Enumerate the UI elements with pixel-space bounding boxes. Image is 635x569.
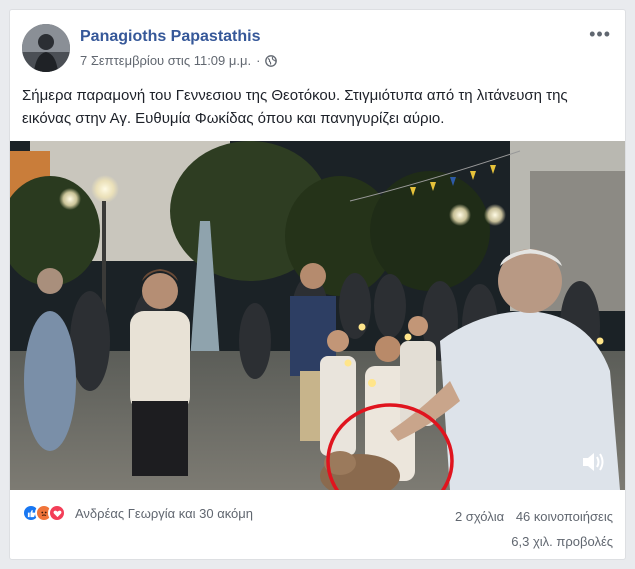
views-count: 6,3 χιλ. προβολές xyxy=(511,534,613,549)
post-timestamp[interactable]: 7 Σεπτεμβρίου στις 11:09 μ.μ. xyxy=(80,53,251,68)
globe-icon[interactable] xyxy=(265,54,278,67)
comments-count[interactable]: 2 σχόλια xyxy=(455,509,504,524)
more-options-icon[interactable]: ••• xyxy=(589,24,611,45)
avatar[interactable] xyxy=(22,24,70,72)
post-meta: 7 Σεπτεμβρίου στις 11:09 μ.μ. · xyxy=(80,53,278,68)
video-frame xyxy=(10,141,625,490)
engagement-stats: 2 σχόλια 46 κοινοποιήσεις 6,3 χιλ. προβο… xyxy=(455,504,613,554)
reactors-text[interactable]: Ανδρέας Γεωργία και 30 ακόμη xyxy=(75,506,253,521)
post-text: Σήμερα παραμονή του Γεννεσιου της Θεοτόκ… xyxy=(22,87,568,127)
author-name[interactable]: Panagioths Papastathis xyxy=(80,28,261,46)
volume-icon[interactable] xyxy=(579,448,607,476)
reaction-icons xyxy=(22,504,66,522)
post-card: Panagioths Papastathis 7 Σεπτεμβρίου στι… xyxy=(9,9,626,560)
video-player[interactable] xyxy=(10,141,625,490)
reactions-summary[interactable]: Ανδρέας Γεωργία και 30 ακόμη xyxy=(22,504,253,522)
shares-count[interactable]: 46 κοινοποιήσεις xyxy=(516,509,613,524)
meta-separator: · xyxy=(256,53,261,68)
love-icon xyxy=(48,504,66,522)
